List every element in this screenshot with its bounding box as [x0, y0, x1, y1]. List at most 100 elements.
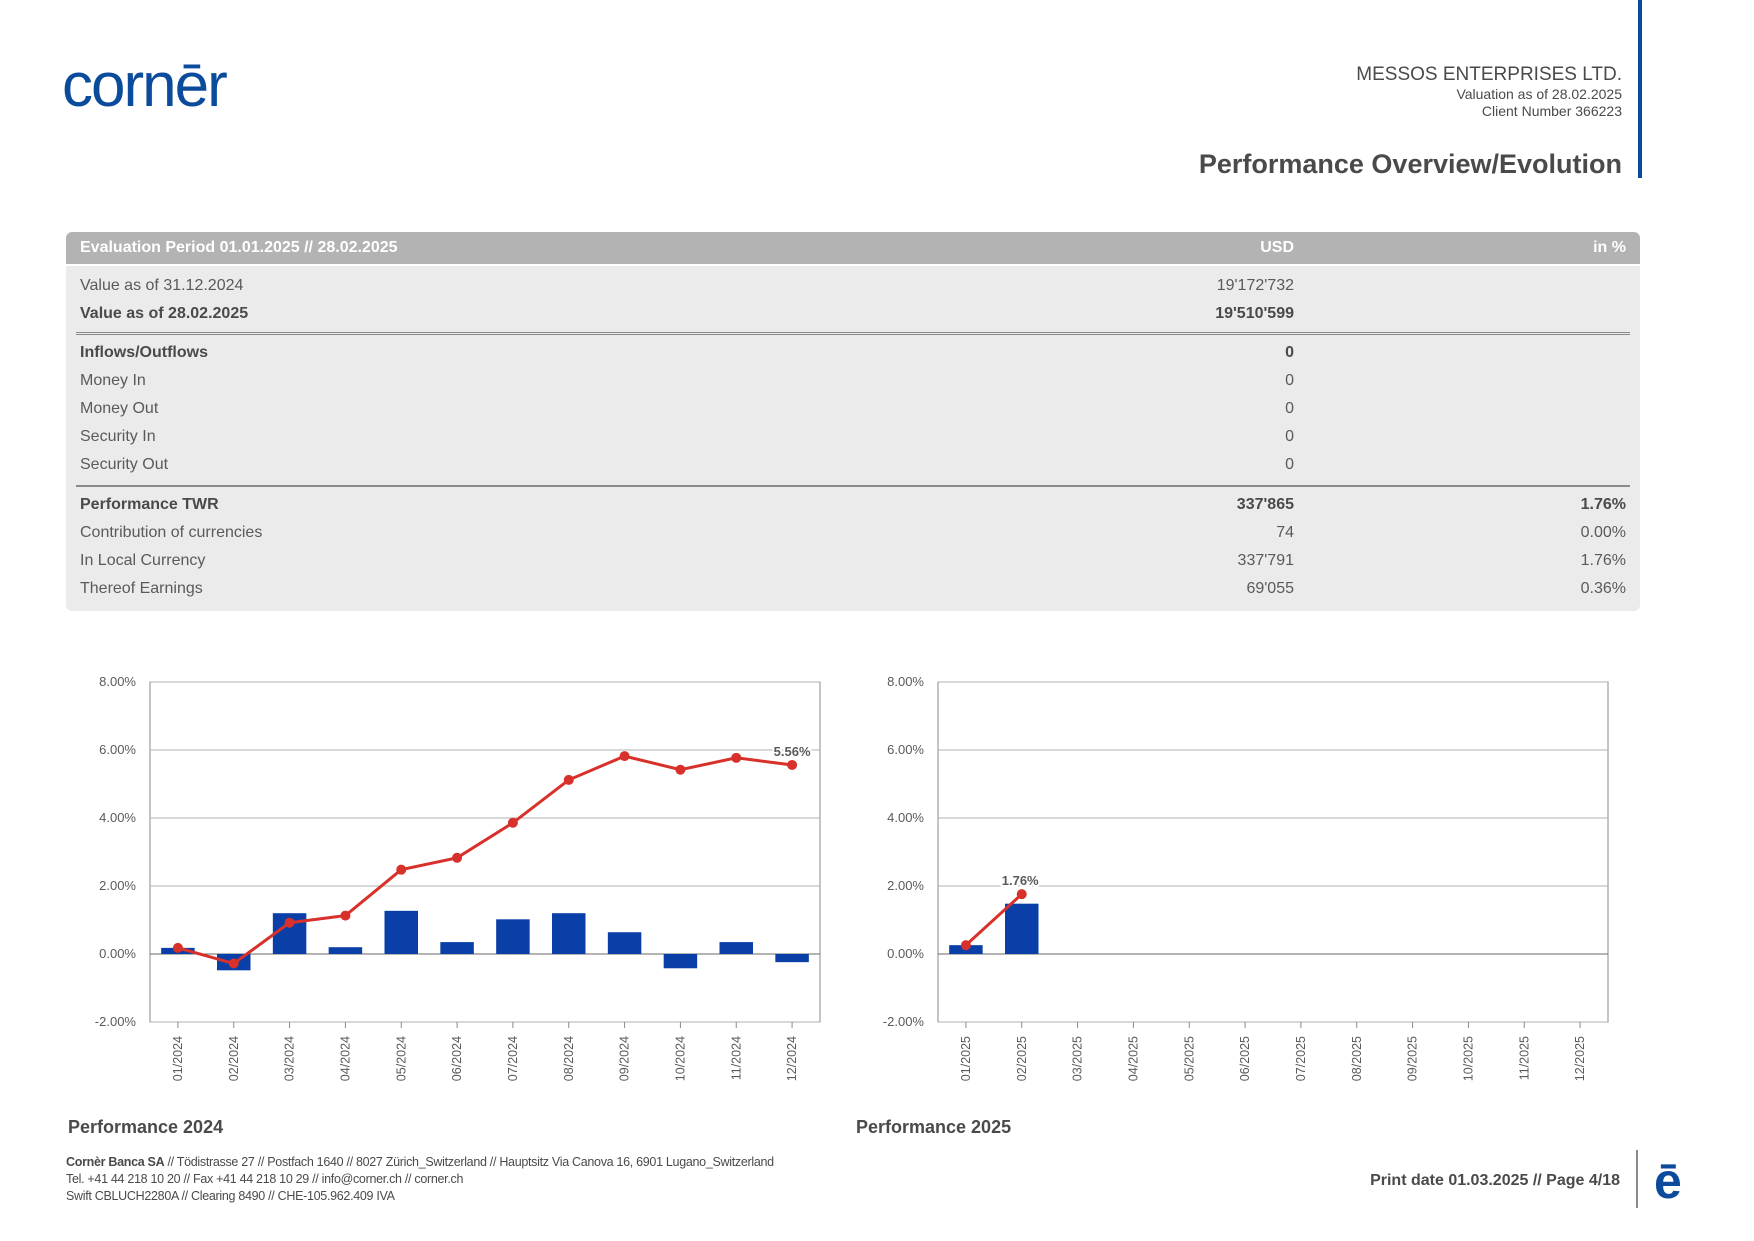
row-label: Security Out: [80, 456, 169, 473]
x-tick-label: 02/2025: [1015, 1036, 1029, 1081]
x-tick-label: 10/2024: [673, 1036, 687, 1081]
corner-small-logo-icon: ē: [1654, 1156, 1682, 1202]
row-usd: 0: [1285, 456, 1294, 473]
table-body: Value as of 31.12.2024 19'172'732 Value …: [66, 266, 1640, 611]
row-usd: 337'791: [1237, 552, 1294, 569]
row-usd: 0: [1285, 400, 1294, 417]
single-divider: [76, 485, 1630, 487]
row-label: Inflows/Outflows: [80, 344, 208, 361]
table-row: Performance TWR 337'865 1.76%: [80, 491, 1626, 519]
bar: [607, 932, 642, 954]
small-logo-glyph: ē: [1654, 1156, 1682, 1202]
line-point: [619, 751, 630, 762]
x-tick-label: 08/2025: [1350, 1036, 1364, 1081]
x-tick-label: 03/2024: [283, 1036, 297, 1081]
row-pct: 0.00%: [1580, 524, 1626, 541]
y-tick-label: -2.00%: [883, 1014, 925, 1029]
row-label: In Local Currency: [80, 552, 206, 569]
footer-address-line1: // Tödistrasse 27 // Postfach 1640 // 80…: [164, 1155, 774, 1169]
table-row: Value as of 28.02.2025 19'510'599: [80, 300, 1626, 328]
table-row: Money Out 0: [80, 395, 1626, 423]
table-row: Thereof Earnings 69'055 0.36%: [80, 575, 1626, 603]
x-tick-label: 08/2024: [562, 1036, 576, 1081]
y-tick-label: 0.00%: [99, 946, 136, 961]
footer-address-line3: Swift CBLUCH2280A // Clearing 8490 // CH…: [66, 1189, 395, 1203]
client-company-name: MESSOS ENTERPRISES LTD.: [1356, 64, 1622, 85]
line-point: [228, 958, 239, 969]
row-label: Money Out: [80, 400, 159, 417]
bar: [719, 942, 753, 954]
bar: [384, 910, 418, 954]
table-row: In Local Currency 337'791 1.76%: [80, 547, 1626, 575]
chart-caption-2024: Performance 2024: [68, 1117, 224, 1137]
x-tick-label: 10/2025: [1461, 1036, 1475, 1081]
line-point: [396, 864, 407, 875]
row-label: Thereof Earnings: [80, 580, 203, 597]
header-accent-bar: [1638, 0, 1642, 178]
evaluation-table: Evaluation Period 01.01.2025 // 28.02.20…: [66, 232, 1640, 611]
y-tick-label: 0.00%: [887, 946, 924, 961]
table-row: Security Out 0: [80, 451, 1626, 479]
row-usd: 74: [1276, 524, 1294, 541]
x-tick-label: 11/2025: [1517, 1036, 1531, 1080]
x-tick-label: 02/2024: [227, 1036, 241, 1081]
line-point: [731, 752, 742, 763]
row-label: Performance TWR: [80, 496, 219, 513]
header-pct: in %: [1593, 239, 1626, 256]
y-tick-label: 2.00%: [99, 878, 136, 893]
y-tick-label: 6.00%: [887, 742, 924, 757]
page-title: Performance Overview/Evolution: [1198, 149, 1622, 179]
x-tick-label: 05/2024: [394, 1036, 408, 1081]
table-header: Evaluation Period 01.01.2025 // 28.02.20…: [66, 232, 1640, 264]
performance-2025-chart: 8.00% 6.00% 4.00% 2.00% 0.00% -2.00% 01/2025 02…: [883, 674, 1609, 1081]
footer-address-line2: Tel. +41 44 218 10 20 // Fax +41 44 218 …: [66, 1172, 464, 1186]
logo-wordmark: cornēr: [62, 58, 227, 118]
row-usd: 0: [1285, 344, 1294, 361]
row-label: Value as of 31.12.2024: [80, 277, 244, 294]
end-value-label: 1.76%: [1002, 873, 1039, 888]
valuation-date: Valuation as of 28.02.2025: [1456, 86, 1622, 102]
client-number: Client Number 366223: [1481, 103, 1622, 119]
y-tick-label: 4.00%: [99, 810, 136, 825]
line-point: [787, 759, 798, 770]
x-tick-label: 03/2025: [1071, 1036, 1085, 1081]
row-usd: 0: [1285, 372, 1294, 389]
row-pct: 1.76%: [1580, 496, 1626, 513]
end-value-label: 5.56%: [774, 744, 811, 759]
x-tick-label: 07/2025: [1294, 1036, 1308, 1081]
chart-caption-2025: Performance 2025: [856, 1117, 1012, 1137]
line-point: [452, 852, 463, 863]
line-point: [340, 910, 351, 921]
line-point: [284, 917, 295, 928]
row-usd: 0: [1285, 428, 1294, 445]
plot-frame: [149, 681, 821, 1023]
bar: [663, 954, 698, 969]
row-pct: 1.76%: [1580, 552, 1626, 569]
bar: [328, 947, 363, 954]
row-label: Contribution of currencies: [80, 524, 263, 541]
line-point: [563, 774, 574, 785]
x-tick-label: 01/2025: [959, 1036, 973, 1081]
table-row: Value as of 31.12.2024 19'172'732: [80, 272, 1626, 300]
x-tick-label: 12/2025: [1573, 1036, 1587, 1081]
line-point: [172, 942, 183, 953]
bar: [552, 913, 586, 954]
y-tick-label: 8.00%: [887, 674, 924, 689]
table-row: Security In 0: [80, 423, 1626, 451]
y-tick-label: 4.00%: [887, 810, 924, 825]
x-tick-label: 06/2024: [450, 1036, 464, 1081]
line-point: [675, 764, 686, 775]
row-label: Money In: [80, 372, 146, 389]
x-tick-label: 12/2024: [785, 1036, 799, 1081]
footer-bank-name: Cornèr Banca SA: [66, 1155, 165, 1169]
row-usd: 69'055: [1246, 580, 1294, 597]
print-date: Print date 01.03.2025 // Page 4/18: [1370, 1172, 1620, 1189]
header-usd: USD: [1260, 239, 1294, 256]
row-pct: 0.36%: [1580, 580, 1626, 597]
bar: [496, 919, 530, 954]
line-point: [1016, 889, 1027, 900]
plot-frame: [937, 681, 1609, 1023]
y-tick-label: 6.00%: [99, 742, 136, 757]
y-tick-label: 2.00%: [887, 878, 924, 893]
table-row: Money In 0: [80, 367, 1626, 395]
